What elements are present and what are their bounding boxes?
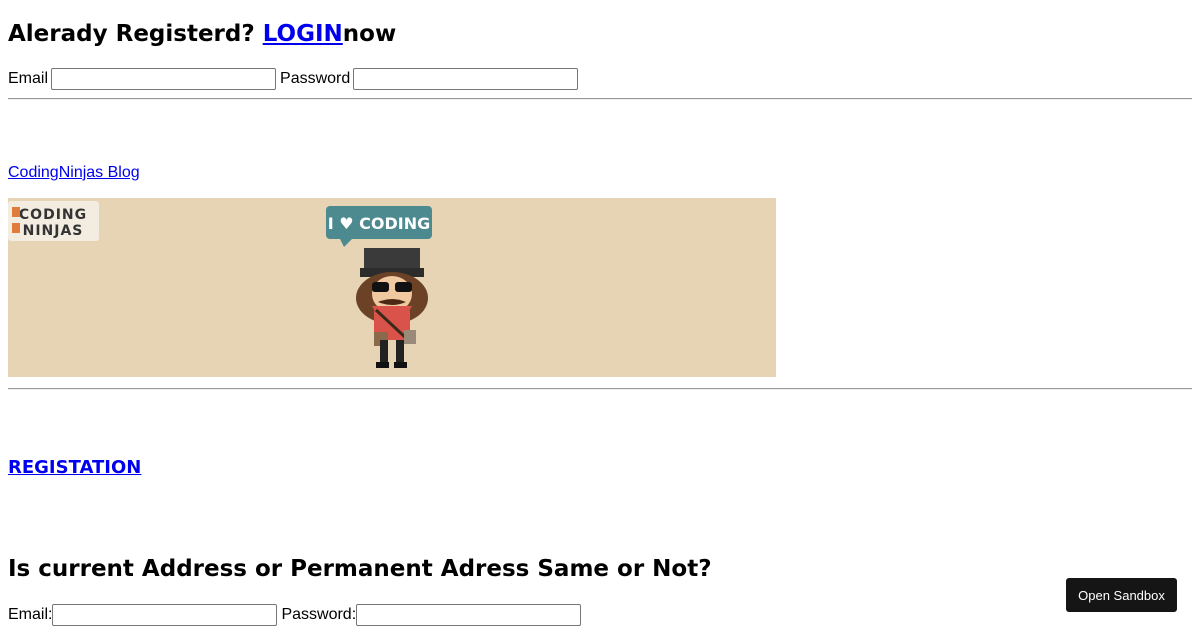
email-label: Email <box>8 70 49 87</box>
login-heading: Alerady Registerd? LOGINnow <box>8 23 396 46</box>
login-heading-prefix: Alerady Registerd? <box>8 21 263 47</box>
open-sandbox-button[interactable]: Open Sandbox <box>1066 578 1177 612</box>
address-heading: Is current Address or Permanent Adress S… <box>8 556 712 582</box>
coding-ninjas-logo: CODING NINJAS <box>8 201 99 241</box>
blog-banner-image: CODING NINJAS I ♥ CODING <box>8 198 776 377</box>
logo-text-top: CODING <box>19 207 87 223</box>
login-heading-suffix: now <box>342 21 397 47</box>
bubble-text: I ♥ CODING <box>328 214 431 233</box>
password-input[interactable] <box>353 68 579 90</box>
login-form: Email Password <box>8 68 582 90</box>
address-form: Email: Password: <box>8 604 585 626</box>
banner-illustration: CODING NINJAS I ♥ CODING <box>8 198 776 377</box>
registration-link[interactable]: REGISTATION <box>8 457 141 479</box>
blog-link[interactable]: CodingNinjas Blog <box>8 163 140 183</box>
divider <box>8 98 1192 100</box>
password-input[interactable] <box>356 604 582 626</box>
divider <box>8 388 1192 390</box>
login-link[interactable]: LOGIN <box>263 21 343 47</box>
logo-text-bottom: NINJAS <box>23 223 84 239</box>
password-label: Password <box>280 70 351 87</box>
email-input[interactable] <box>51 68 277 90</box>
password-label: Password: <box>281 606 357 623</box>
email-label: Email: <box>8 606 53 623</box>
email-input[interactable] <box>52 604 278 626</box>
